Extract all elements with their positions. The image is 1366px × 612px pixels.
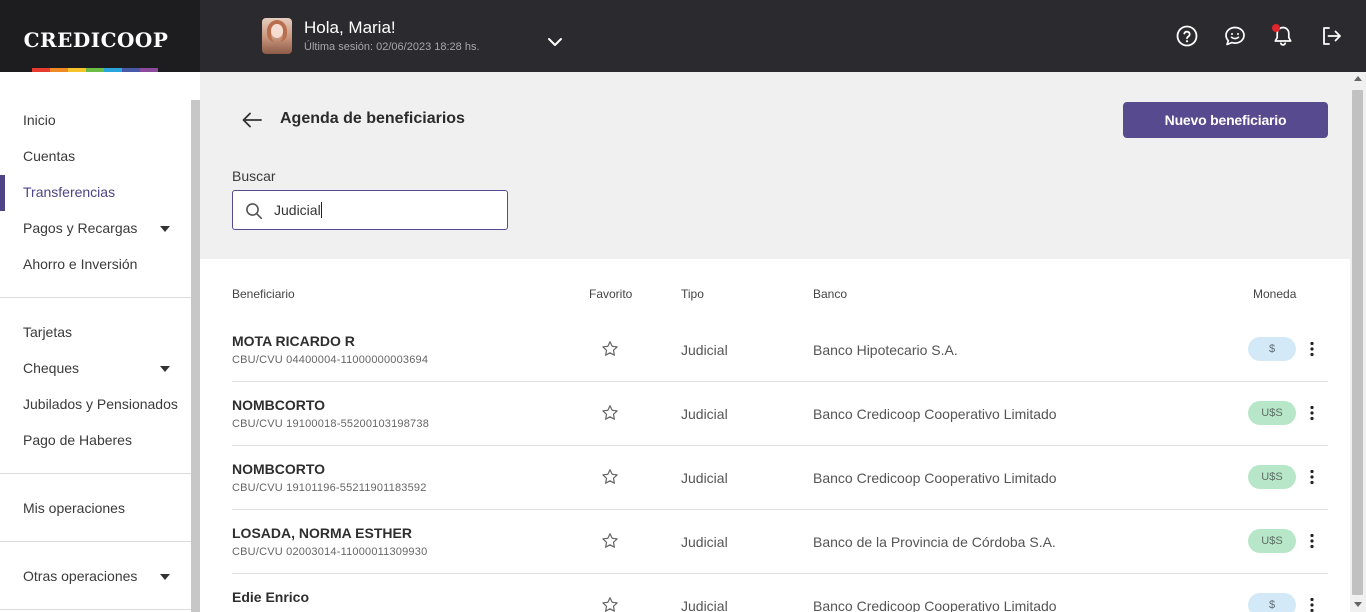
beneficiary-bank: Banco Credicoop Cooperativo Limitado [813, 406, 1057, 422]
sidebar-item-ahorro-e-inversion[interactable]: Ahorro e Inversión [23, 256, 137, 272]
column-header-banco[interactable]: Banco [813, 287, 847, 301]
beneficiary-type: Judicial [681, 342, 728, 358]
search-icon [246, 203, 263, 220]
beneficiary-name[interactable]: NOMBCORTO [232, 461, 325, 477]
main-scrollbar[interactable] [1350, 72, 1366, 612]
column-header-beneficiario[interactable]: Beneficiario [232, 287, 295, 301]
chevron-down-icon[interactable] [546, 34, 564, 50]
beneficiary-name[interactable]: NOMBCORTO [232, 397, 325, 413]
help-icon[interactable] [1175, 24, 1199, 48]
search-input[interactable]: Judicial [232, 190, 508, 230]
row-divider [232, 445, 1328, 446]
column-header-moneda[interactable]: Moneda [1253, 287, 1296, 301]
logo-text: CREDICOOP [23, 28, 169, 52]
back-arrow-icon[interactable] [240, 110, 264, 130]
more-vertical-icon[interactable] [1305, 533, 1319, 549]
beneficiary-cbu: CBU/CVU 04400004-11000000003694 [232, 354, 429, 366]
star-icon[interactable] [601, 532, 619, 550]
sidebar-divider [0, 609, 191, 610]
beneficiary-type: Judicial [681, 534, 728, 550]
sidebar-item-jubilados[interactable]: Jubilados y Pensionados [23, 396, 178, 412]
user-greeting: Hola, Maria! [304, 18, 396, 37]
beneficiary-name[interactable]: MOTA RICARDO R [232, 333, 355, 349]
more-vertical-icon[interactable] [1305, 405, 1319, 421]
row-divider [232, 381, 1328, 382]
row-divider [232, 573, 1328, 574]
currency-badge: U$S [1248, 529, 1296, 553]
scroll-up-icon[interactable] [1354, 76, 1362, 81]
last-session-text: Última sesión: 02/06/2023 18:28 hs. [304, 41, 480, 53]
sidebar-item-inicio[interactable]: Inicio [23, 112, 56, 128]
scrollbar-thumb[interactable] [1352, 90, 1363, 595]
more-vertical-icon[interactable] [1305, 469, 1319, 485]
beneficiary-cbu: CBU/CVU 19100018-55200103198738 [232, 418, 430, 430]
caret-down-icon[interactable] [160, 366, 170, 372]
top-bar: CREDICOOP Hola, Maria! Última sesión: 02… [0, 0, 1366, 72]
star-icon[interactable] [601, 596, 619, 612]
currency-badge: U$S [1248, 465, 1296, 489]
row-divider [232, 509, 1328, 510]
sidebar-item-mis-operaciones[interactable]: Mis operaciones [23, 500, 125, 516]
page-title: Agenda de beneficiarios [280, 110, 465, 127]
currency-badge: $ [1248, 337, 1296, 361]
avatar[interactable] [262, 18, 292, 54]
beneficiary-bank: Banco Credicoop Cooperativo Limitado [813, 470, 1057, 486]
star-icon[interactable] [601, 340, 619, 358]
active-nav-indicator [0, 175, 5, 211]
sidebar-scrollbar[interactable] [191, 100, 200, 612]
beneficiary-bank: Banco de la Provincia de Córdoba S.A. [813, 534, 1056, 550]
beneficiary-type: Judicial [681, 470, 728, 486]
logout-icon[interactable] [1319, 24, 1343, 48]
sidebar-item-tarjetas[interactable]: Tarjetas [23, 324, 72, 340]
caret-down-icon[interactable] [160, 226, 170, 232]
sidebar-item-transferencias[interactable]: Transferencias [23, 184, 115, 200]
sidebar-item-cuentas[interactable]: Cuentas [23, 148, 75, 164]
beneficiary-cbu: CBU/CVU 19101196-55211901183592 [232, 482, 427, 494]
currency-badge: U$S [1248, 401, 1296, 425]
beneficiary-bank: Banco Credicoop Cooperativo Limitado [813, 598, 1057, 612]
star-icon[interactable] [601, 404, 619, 422]
new-beneficiary-button[interactable]: Nuevo beneficiario [1123, 102, 1328, 138]
logo[interactable]: CREDICOOP [0, 0, 200, 72]
search-label: Buscar [232, 168, 276, 184]
column-header-tipo[interactable]: Tipo [681, 287, 704, 301]
sidebar-divider [0, 541, 191, 542]
beneficiary-type: Judicial [681, 598, 728, 612]
notification-badge [1272, 24, 1280, 32]
search-value: Judicial [274, 202, 321, 218]
more-vertical-icon[interactable] [1305, 341, 1319, 357]
beneficiary-name[interactable]: Edie Enrico [232, 589, 309, 605]
sidebar-divider [0, 473, 191, 474]
caret-down-icon[interactable] [160, 574, 170, 580]
beneficiary-type: Judicial [681, 406, 728, 422]
sidebar-item-cheques[interactable]: Cheques [23, 360, 79, 376]
more-vertical-icon[interactable] [1305, 597, 1319, 612]
sidebar-item-otras-operaciones[interactable]: Otras operaciones [23, 568, 137, 584]
currency-badge: $ [1248, 593, 1296, 612]
sidebar-item-pago-de-haberes[interactable]: Pago de Haberes [23, 432, 132, 448]
beneficiary-name[interactable]: LOSADA, NORMA ESTHER [232, 525, 412, 541]
search-value-wrap: Judicial [274, 202, 322, 218]
beneficiary-cbu: CBU/CVU 02003014-11000011309930 [232, 546, 428, 558]
sidebar-divider [0, 297, 191, 298]
star-icon[interactable] [601, 468, 619, 486]
scroll-down-icon[interactable] [1354, 602, 1362, 607]
beneficiaries-table [200, 259, 1350, 612]
beneficiary-bank: Banco Hipotecario S.A. [813, 342, 958, 358]
text-cursor [320, 202, 322, 218]
chat-icon[interactable] [1223, 24, 1247, 48]
sidebar-item-pagos-y-recargas[interactable]: Pagos y Recargas [23, 220, 137, 236]
column-header-favorito[interactable]: Favorito [589, 287, 632, 301]
